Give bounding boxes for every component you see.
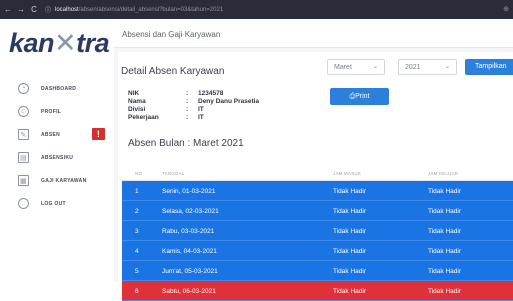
page-header: Absensi dan Gaji Karyawan <box>114 19 513 48</box>
page-title: Absensi dan Gaji Karyawan <box>122 30 221 39</box>
cell-time-in: Tidak Hadir <box>333 208 366 215</box>
show-button[interactable]: Tampilkan <box>465 59 513 75</box>
url-field[interactable]: ⓘ localhost /absen/absensi/detail_absens… <box>45 5 224 15</box>
chevron-down-icon: ⌄ <box>372 64 378 70</box>
cell-no: 5 <box>135 268 139 275</box>
back-icon[interactable]: ← <box>3 5 13 14</box>
table-header: NO TANGGAL JAM MASUK JAM KELUAR <box>122 163 513 181</box>
cell-time-in: Tidak Hadir <box>333 268 366 275</box>
sidebar-item-gaji-karyawan[interactable]: ▦ GAJI KARYAWAN <box>0 169 114 192</box>
month-select[interactable]: Maret ⌄ <box>327 59 385 75</box>
sidebar-item-label: PROFIL <box>41 108 62 115</box>
info-row-nik: NIK:1234578 <box>128 90 224 97</box>
sidebar-menu: ◔ DASHBOARD ☺ PROFIL ✎ ABSEN! ▤ ABSENSIKU ▦ GAJI … <box>0 77 114 215</box>
cell-date: Rabu, 03-03-2021 <box>162 228 215 235</box>
site-info-icon[interactable]: ⓘ <box>45 5 51 14</box>
main-content: Absensi dan Gaji Karyawan Detail Absen K… <box>114 19 513 301</box>
sidebar-item-label: DASHBOARD <box>41 85 77 92</box>
sidebar-absen-icon: ✎ <box>18 129 29 140</box>
chevron-down-icon: ⌄ <box>444 64 450 70</box>
info-row-divisi: Divisi: IT <box>128 106 204 113</box>
cell-time-out: Tidak Hadir <box>428 208 461 215</box>
sidebar-item-log-out[interactable]: ◌ LOG OUT <box>0 192 114 215</box>
cell-no: 6 <box>135 288 139 295</box>
employee-info: NIK:1234578 Nama: Deny Danu Prasetia Divi… <box>128 90 259 122</box>
cell-no: 2 <box>135 208 139 215</box>
cell-time-in: Tidak Hadir <box>333 248 366 255</box>
header-time-out: JAM KELUAR <box>428 171 459 176</box>
attendance-table-body: 1 Senin, 01-03-2021 Tidak Hadir Tidak Hadir… <box>122 181 513 301</box>
table-row: 2 Selasa, 02-03-2021 Tidak Hadir Tidak Hadi… <box>122 201 513 221</box>
sidebar-item-absen[interactable]: ✎ ABSEN! <box>0 123 114 146</box>
forward-icon[interactable]: → <box>16 5 26 14</box>
sidebar-item-label: GAJI KARYAWAN <box>41 177 87 184</box>
sidebar: kan✕tra ◔ DASHBOARD ☺ PROFIL ✎ ABSEN! ▤ ABSENSI… <box>0 19 114 281</box>
cell-no: 3 <box>135 228 139 235</box>
table-row: 4 Kamis, 04-03-2021 Tidak Hadir Tidak Hadir <box>122 241 513 261</box>
sidebar-item-label: ABSENSIKU <box>41 154 74 161</box>
cell-time-out: Tidak Hadir <box>428 268 461 275</box>
year-select[interactable]: 2021 ⌄ <box>398 59 457 75</box>
sidebar-item-label: LOG OUT <box>41 200 66 207</box>
cell-date: Kamis, 04-03-2021 <box>162 248 217 255</box>
header-time-in: JAM MASUK <box>333 171 362 176</box>
cell-no: 4 <box>135 248 139 255</box>
header-date: TANGGAL <box>162 171 185 176</box>
table-row: 3 Rabu, 03-03-2021 Tidak Hadir Tidak Hadir <box>122 221 513 241</box>
sidebar-gaji-karyawan-icon: ▦ <box>18 175 29 186</box>
info-row-pekerjaan: Pekerjaan: IT <box>128 114 204 121</box>
cell-time-in: Tidak Hadir <box>333 288 366 295</box>
cell-date: Jum'at, 05-03-2021 <box>162 268 218 275</box>
cell-time-out: Tidak Hadir <box>428 288 461 295</box>
sidebar-profil-icon: ☺ <box>18 106 29 117</box>
month-heading: Absen Bulan : Maret 2021 <box>128 138 244 149</box>
sidebar-dashboard-icon: ◔ <box>18 83 29 94</box>
cell-date: Selasa, 02-03-2021 <box>162 208 219 215</box>
detail-card: Detail Absen Karyawan Maret ⌄ 2021 ⌄ Tampi… <box>118 52 513 301</box>
table-row: 6 Sabtu, 06-03-2021 Tidak Hadir Tidak Hadir <box>122 281 513 301</box>
alert-badge: ! <box>92 128 105 140</box>
url-host: localhost <box>55 6 79 13</box>
cell-time-in: Tidak Hadir <box>333 188 366 195</box>
sidebar-item-label: ABSEN <box>41 131 61 138</box>
detail-title: Detail Absen Karyawan <box>121 66 225 77</box>
info-row-nama: Nama: Deny Danu Prasetia <box>128 98 260 105</box>
browser-action-icon[interactable]: ⊕ <box>503 5 509 13</box>
reload-icon[interactable]: C <box>29 5 39 14</box>
sidebar-absensiku-icon: ▤ <box>18 152 29 163</box>
browser-address-bar: ← → C ⓘ localhost /absen/absensi/detail_… <box>0 0 513 19</box>
cell-time-out: Tidak Hadir <box>428 188 461 195</box>
sidebar-item-absensiku[interactable]: ▤ ABSENSIKU <box>0 146 114 169</box>
url-path: /absen/absensi/detail_absensi?bulan=03&t… <box>78 6 224 13</box>
cell-time-out: Tidak Hadir <box>428 248 461 255</box>
table-row: 1 Senin, 01-03-2021 Tidak Hadir Tidak Hadir <box>122 181 513 201</box>
cell-date: Sabtu, 06-03-2021 <box>162 288 216 295</box>
sidebar-log-out-icon: ◌ <box>18 198 29 209</box>
sidebar-item-dashboard[interactable]: ◔ DASHBOARD <box>0 77 114 100</box>
cell-date: Senin, 01-03-2021 <box>162 188 216 195</box>
cell-no: 1 <box>135 188 139 195</box>
print-button[interactable]: ⎙Print <box>330 88 389 105</box>
cell-time-in: Tidak Hadir <box>333 228 366 235</box>
app-logo[interactable]: kan✕tra <box>9 28 110 58</box>
table-row: 5 Jum'at, 05-03-2021 Tidak Hadir Tidak Hadi… <box>122 261 513 281</box>
sidebar-item-profil[interactable]: ☺ PROFIL <box>0 100 114 123</box>
cell-time-out: Tidak Hadir <box>428 228 461 235</box>
header-no: NO <box>135 171 143 176</box>
